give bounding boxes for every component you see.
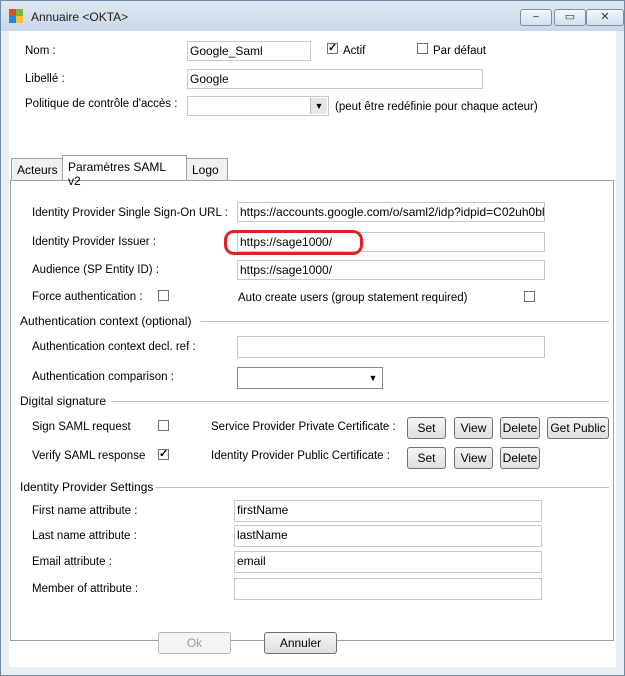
actif-checkbox[interactable]: ✓ — [327, 43, 338, 54]
verify-response-label: Verify SAML response — [32, 450, 146, 462]
idp-cert-delete-button[interactable]: Delete — [500, 447, 540, 469]
signature-divider — [111, 401, 609, 402]
app-icon — [9, 9, 23, 23]
politique-select[interactable]: ▼ — [187, 96, 329, 116]
decl-ref-input[interactable] — [237, 336, 545, 358]
title-bar[interactable]: Annuaire <OKTA> − ▭ ✕ — [1, 1, 624, 31]
tab-parametres-saml[interactable]: Paramètres SAML v2 — [62, 155, 187, 188]
email-input[interactable]: email — [234, 551, 542, 573]
maximize-button[interactable]: ▭ — [554, 9, 586, 26]
idp-settings-divider — [156, 487, 609, 488]
signature-section-title: Digital signature — [20, 394, 107, 408]
last-name-input[interactable]: lastName — [234, 525, 542, 547]
sign-request-checkbox[interactable] — [158, 420, 169, 431]
get-public-button[interactable]: Get Public — [547, 417, 609, 439]
sp-cert-label: Service Provider Private Certificate : — [211, 421, 396, 433]
par-defaut-label: Par défaut — [433, 45, 487, 57]
sso-url-label: Identity Provider Single Sign-On URL : — [32, 207, 228, 219]
politique-note: (peut être redéfinie pour chaque acteur) — [335, 101, 538, 113]
comparison-label: Authentication comparison : — [32, 371, 174, 383]
issuer-label: Identity Provider Issuer : — [32, 236, 156, 248]
comparison-select[interactable]: ▼ — [237, 367, 383, 389]
sp-cert-set-button[interactable]: Set — [407, 417, 446, 439]
member-of-input[interactable] — [234, 578, 542, 600]
red-highlight-annotation — [224, 230, 363, 255]
sign-request-label: Sign SAML request — [32, 421, 131, 433]
sp-cert-view-button[interactable]: View — [454, 417, 493, 439]
dialog-body: Nom : Google_Saml ✓ Actif Par défaut Lib… — [9, 31, 616, 667]
tab-acteurs[interactable]: Acteurs — [11, 158, 63, 180]
idp-cert-set-button[interactable]: Set — [407, 447, 446, 469]
tab-logo[interactable]: Logo — [186, 158, 228, 180]
nom-input[interactable]: Google_Saml — [187, 41, 311, 61]
decl-ref-label: Authentication context decl. ref : — [32, 341, 196, 353]
sso-url-input[interactable]: https://accounts.google.com/o/saml2/idp?… — [237, 202, 545, 222]
par-defaut-checkbox[interactable] — [417, 43, 428, 54]
auto-create-checkbox[interactable] — [524, 291, 535, 302]
ok-button[interactable]: Ok — [158, 632, 231, 654]
last-name-label: Last name attribute : — [32, 530, 137, 542]
libelle-input[interactable]: Google — [187, 69, 483, 89]
auth-context-section-title: Authentication context (optional) — [20, 314, 192, 328]
sp-cert-delete-button[interactable]: Delete — [500, 417, 540, 439]
window-title: Annuaire <OKTA> — [31, 10, 129, 24]
member-of-label: Member of attribute : — [32, 583, 139, 595]
force-auth-label: Force authentication : — [32, 291, 143, 303]
libelle-label: Libellé : — [25, 73, 65, 85]
nom-label: Nom : — [25, 45, 56, 57]
actif-label: Actif — [343, 45, 366, 57]
auth-context-divider — [201, 321, 609, 322]
cancel-button[interactable]: Annuler — [264, 632, 337, 654]
tab-panel: Identity Provider Single Sign-On URL : h… — [10, 180, 614, 641]
close-button[interactable]: ✕ — [586, 9, 624, 26]
audience-label: Audience (SP Entity ID) : — [32, 264, 159, 276]
double-chevron-down-icon[interactable]: ▼ — [310, 98, 327, 114]
first-name-label: First name attribute : — [32, 505, 138, 517]
first-name-input[interactable]: firstName — [234, 500, 542, 522]
verify-response-checkbox[interactable]: ✓ — [158, 449, 169, 460]
dialog-window: Annuaire <OKTA> − ▭ ✕ Nom : Google_Saml … — [0, 0, 625, 676]
email-label: Email attribute : — [32, 556, 112, 568]
chevron-down-icon[interactable]: ▼ — [365, 370, 381, 386]
audience-input[interactable]: https://sage1000/ — [237, 260, 545, 280]
politique-label: Politique de contrôle d'accès : — [25, 98, 178, 110]
idp-cert-view-button[interactable]: View — [454, 447, 493, 469]
idp-cert-label: Identity Provider Public Certificate : — [211, 450, 390, 462]
minimize-button[interactable]: − — [520, 9, 552, 26]
auto-create-label: Auto create users (group statement requi… — [238, 292, 468, 304]
idp-settings-section-title: Identity Provider Settings — [20, 480, 154, 494]
force-auth-checkbox[interactable] — [158, 290, 169, 301]
